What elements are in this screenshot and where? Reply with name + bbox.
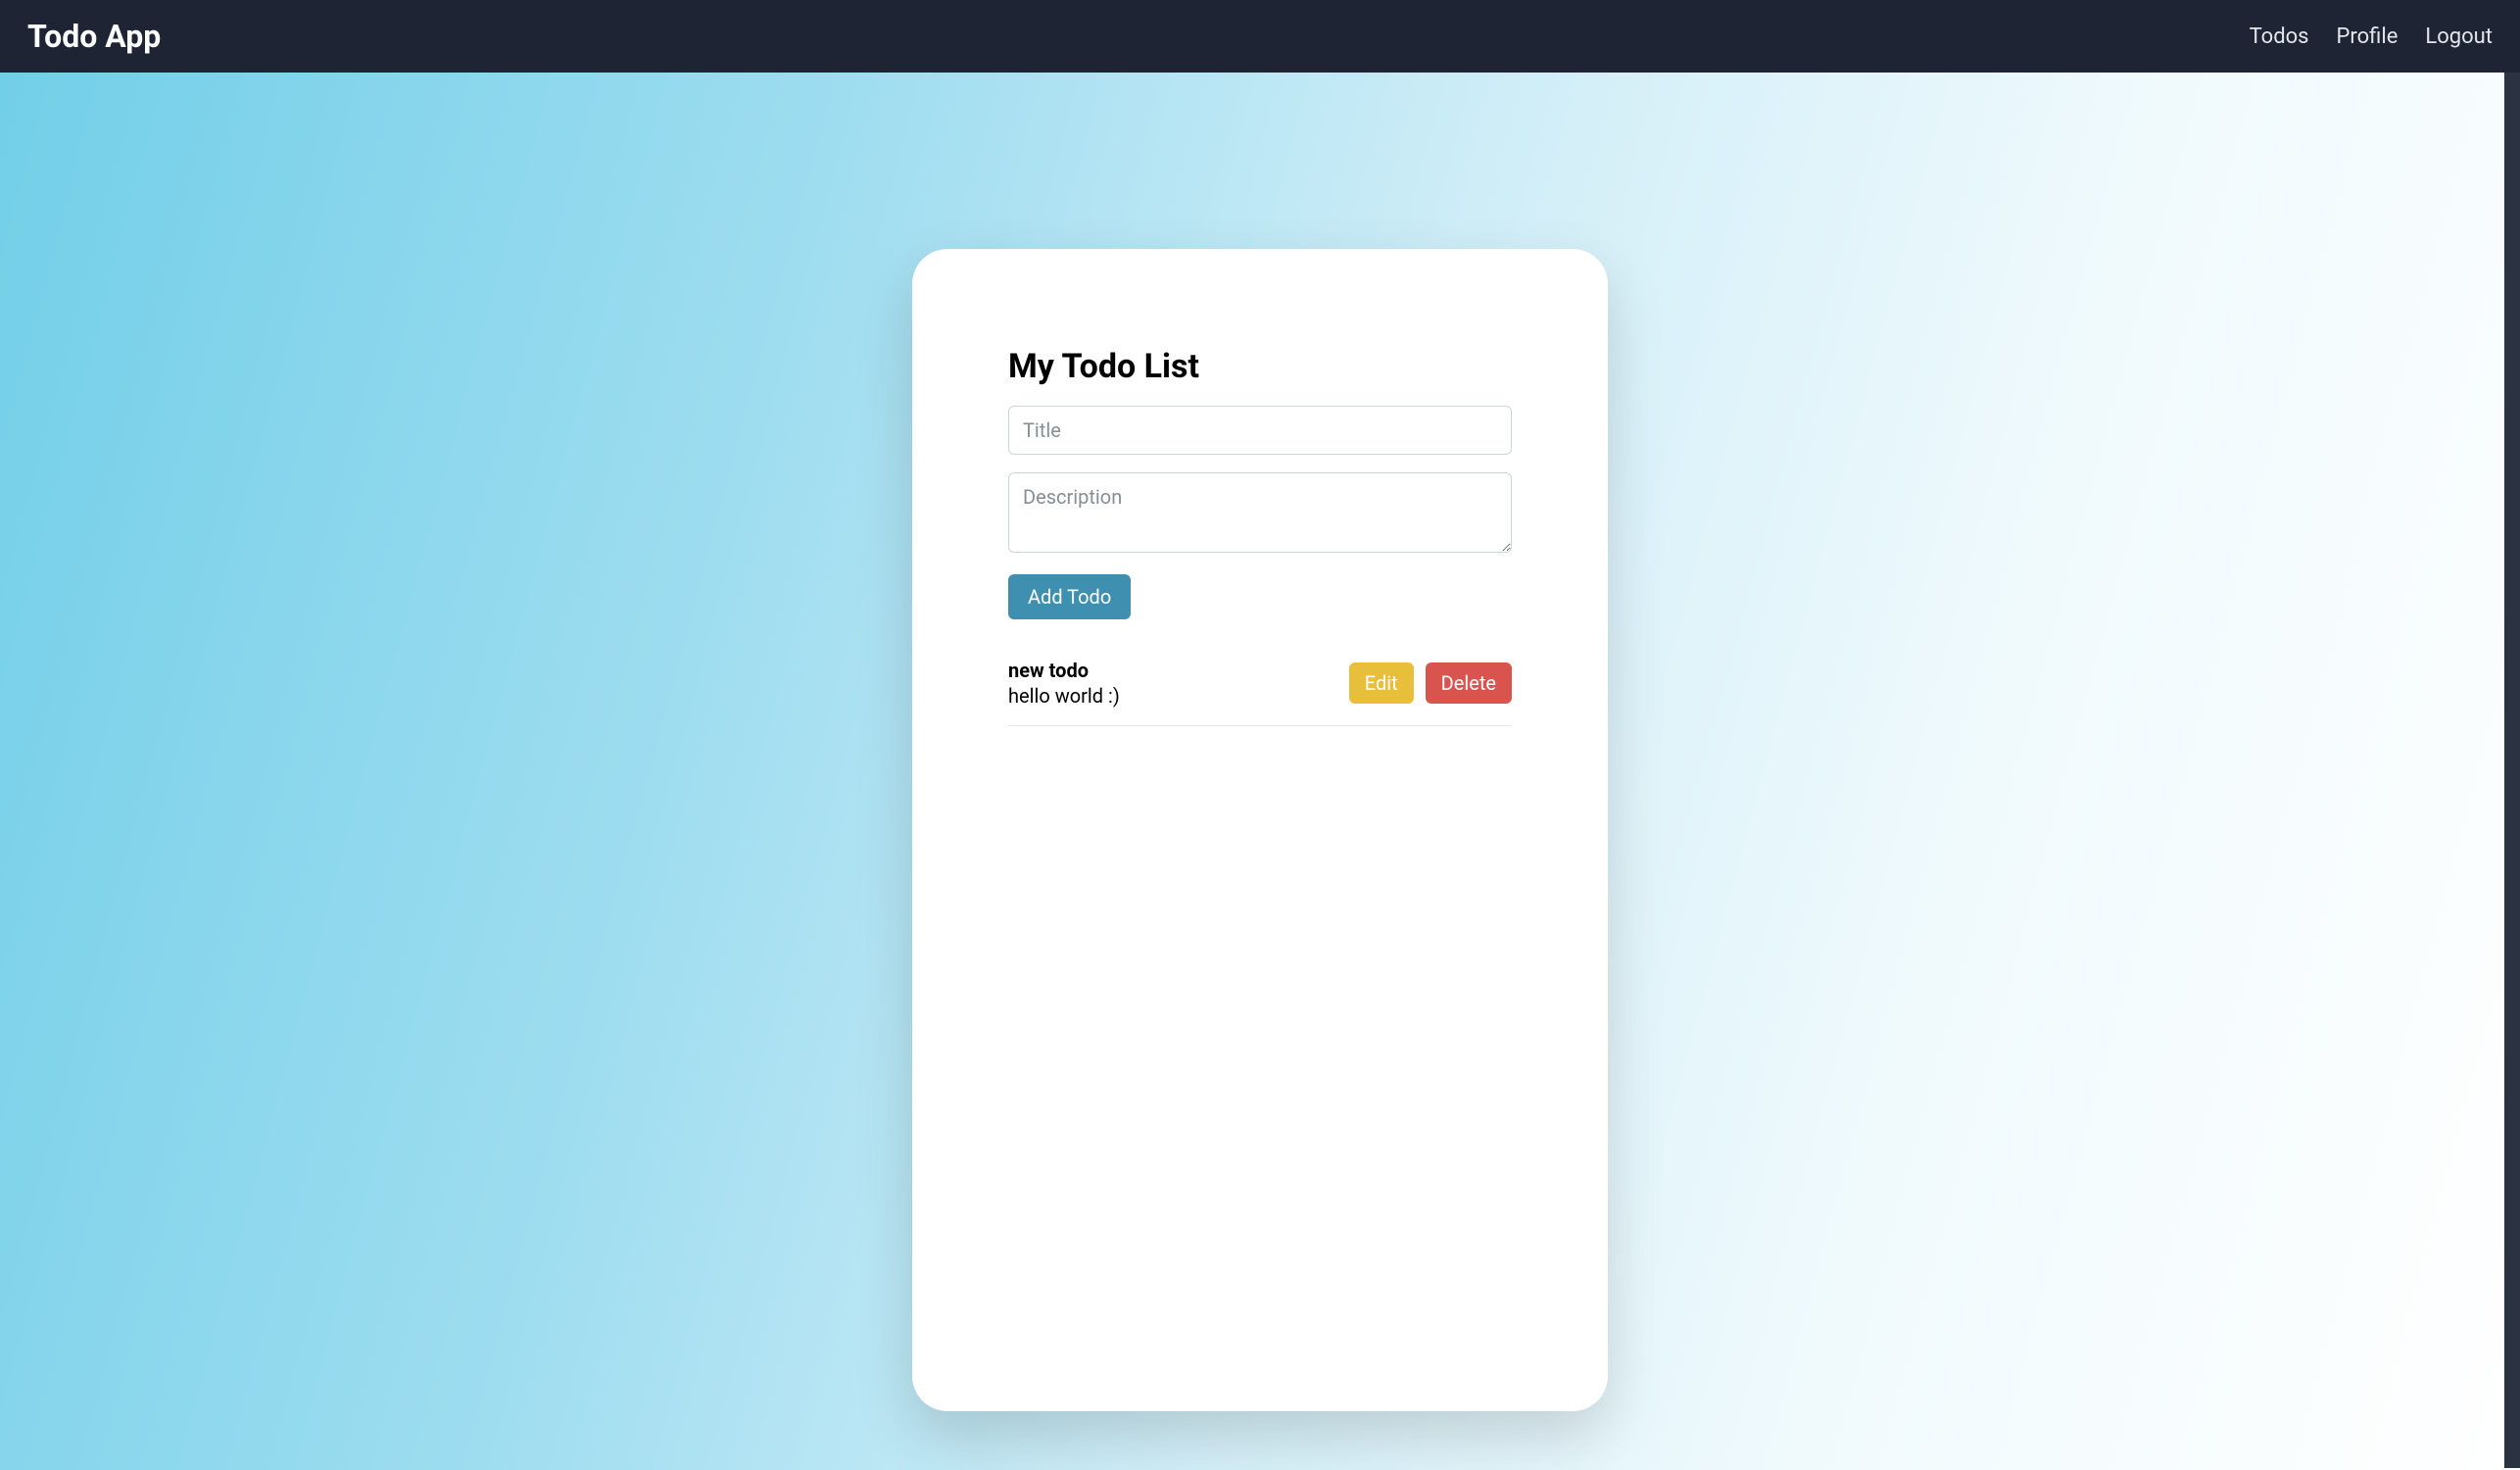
add-todo-button[interactable]: Add Todo	[1008, 574, 1131, 619]
delete-button[interactable]: Delete	[1426, 662, 1512, 704]
todo-item: new todo hello world :) Edit Delete	[1008, 659, 1512, 726]
nav-link-profile[interactable]: Profile	[2337, 24, 2399, 49]
todo-list: new todo hello world :) Edit Delete	[1008, 659, 1512, 726]
main-background: My Todo List Add Todo new todo hello wor…	[0, 73, 2520, 1470]
todo-card: My Todo List Add Todo new todo hello wor…	[912, 249, 1608, 1411]
edit-button[interactable]: Edit	[1349, 662, 1414, 704]
scrollbar[interactable]	[2504, 0, 2520, 1468]
todo-title: new todo	[1008, 659, 1349, 682]
nav-links: Todos Profile Logout	[2250, 24, 2493, 49]
nav-link-todos[interactable]: Todos	[2250, 24, 2309, 49]
todo-actions: Edit Delete	[1349, 662, 1512, 704]
description-input[interactable]	[1008, 472, 1512, 553]
navbar: Todo App Todos Profile Logout	[0, 0, 2520, 73]
todo-description: hello world :)	[1008, 684, 1349, 708]
nav-link-logout[interactable]: Logout	[2425, 24, 2493, 49]
todo-content: new todo hello world :)	[1008, 659, 1349, 708]
app-brand[interactable]: Todo App	[27, 18, 161, 55]
page-title: My Todo List	[1008, 347, 1512, 386]
title-input[interactable]	[1008, 406, 1512, 455]
